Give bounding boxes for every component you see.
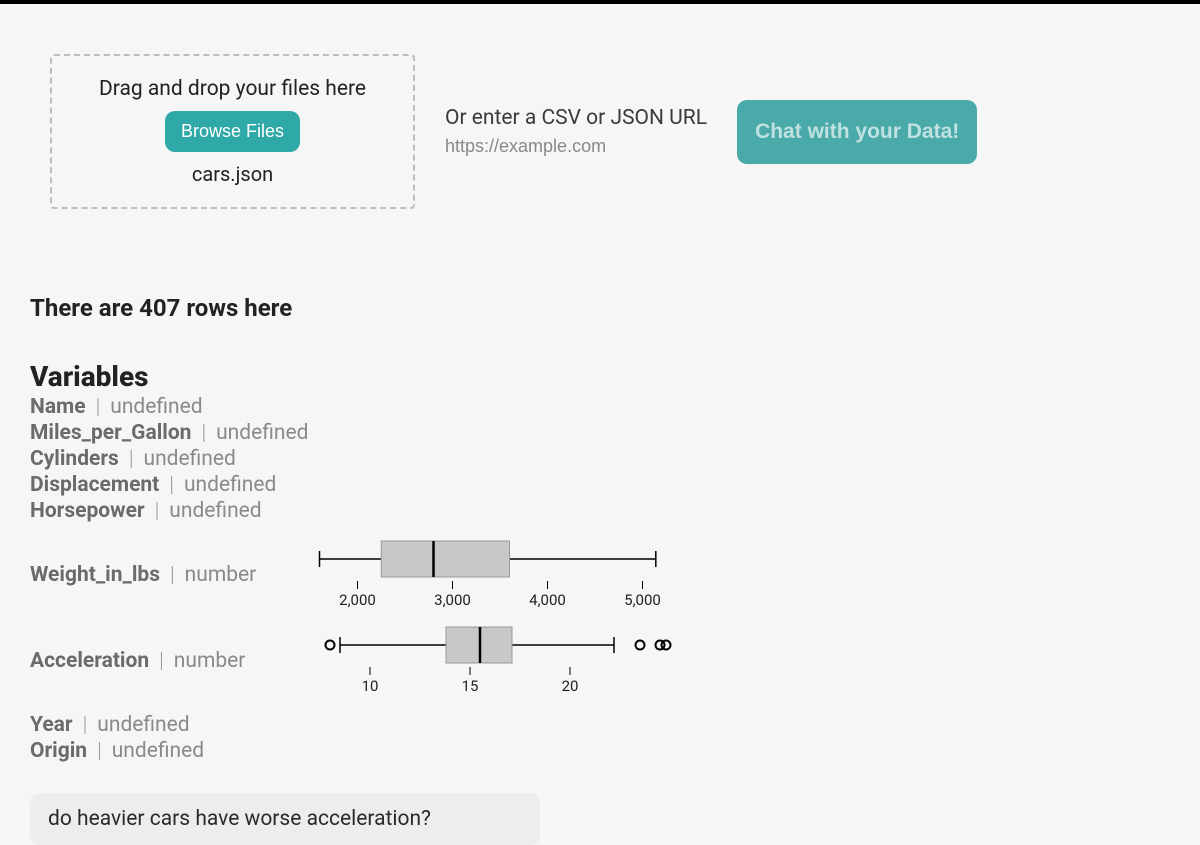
variable-row: Name | undefined xyxy=(30,395,1170,419)
variable-type: number xyxy=(185,563,257,587)
variable-name: Origin xyxy=(30,739,87,763)
variable-row: Miles_per_Gallon | undefined xyxy=(30,421,1170,445)
svg-text:3,000: 3,000 xyxy=(434,591,471,609)
variable-name: Miles_per_Gallon xyxy=(30,421,191,445)
variable-type: undefined xyxy=(169,499,261,523)
variable-name: Name xyxy=(30,395,86,419)
variable-separator: | xyxy=(96,395,101,419)
variable-type: undefined xyxy=(110,395,202,419)
dropzone-prompt: Drag and drop your files here xyxy=(99,77,366,101)
variable-separator: | xyxy=(155,499,160,523)
variable-name: Acceleration xyxy=(30,649,149,673)
variables-heading: Variables xyxy=(30,360,1170,393)
variable-name: Displacement xyxy=(30,473,159,497)
variable-row: Origin | undefined xyxy=(30,739,1170,763)
acceleration-boxplot: 10 15 20 xyxy=(300,625,700,695)
variable-type: number xyxy=(174,649,246,673)
variable-row: Acceleration | number xyxy=(30,649,300,673)
variable-separator: | xyxy=(169,473,174,497)
svg-text:20: 20 xyxy=(562,677,579,695)
variable-separator: | xyxy=(201,421,206,445)
variable-row: Cylinders | undefined xyxy=(30,447,1170,471)
variable-type: undefined xyxy=(112,739,204,763)
query-text[interactable]: do heavier cars have worse acceleration? xyxy=(30,793,540,845)
variable-name: Cylinders xyxy=(30,447,119,471)
variable-separator: | xyxy=(129,447,134,471)
variable-separator: | xyxy=(159,649,164,673)
variable-name: Year xyxy=(30,713,73,737)
svg-text:5,000: 5,000 xyxy=(624,591,661,609)
url-input[interactable] xyxy=(445,136,705,157)
variable-row: Year | undefined xyxy=(30,713,1170,737)
weight-boxplot: 2,000 3,000 4,000 5,000 xyxy=(300,539,700,609)
variable-type: undefined xyxy=(97,713,189,737)
variable-row: Horsepower | undefined xyxy=(30,499,1170,523)
variable-row: Displacement | undefined xyxy=(30,473,1170,497)
variable-name: Horsepower xyxy=(30,499,145,523)
variable-type: undefined xyxy=(216,421,308,445)
url-entry-label: Or enter a CSV or JSON URL xyxy=(445,106,707,130)
svg-text:15: 15 xyxy=(462,677,479,695)
file-dropzone[interactable]: Drag and drop your files here Browse Fil… xyxy=(50,54,415,209)
variable-separator: | xyxy=(97,739,102,763)
variable-separator: | xyxy=(170,563,175,587)
variable-type: undefined xyxy=(184,473,276,497)
row-count-text: There are 407 rows here xyxy=(30,294,1170,322)
browse-files-button[interactable]: Browse Files xyxy=(165,111,300,152)
svg-text:10: 10 xyxy=(362,677,379,695)
variable-type: undefined xyxy=(144,447,236,471)
svg-text:4,000: 4,000 xyxy=(529,591,566,609)
variable-name: Weight_in_lbs xyxy=(30,563,160,587)
uploaded-filename: cars.json xyxy=(192,162,273,186)
variable-separator: | xyxy=(83,713,88,737)
variable-row: Weight_in_lbs | number xyxy=(30,563,300,587)
chat-with-data-button[interactable]: Chat with your Data! xyxy=(737,100,977,164)
svg-text:2,000: 2,000 xyxy=(339,591,376,609)
